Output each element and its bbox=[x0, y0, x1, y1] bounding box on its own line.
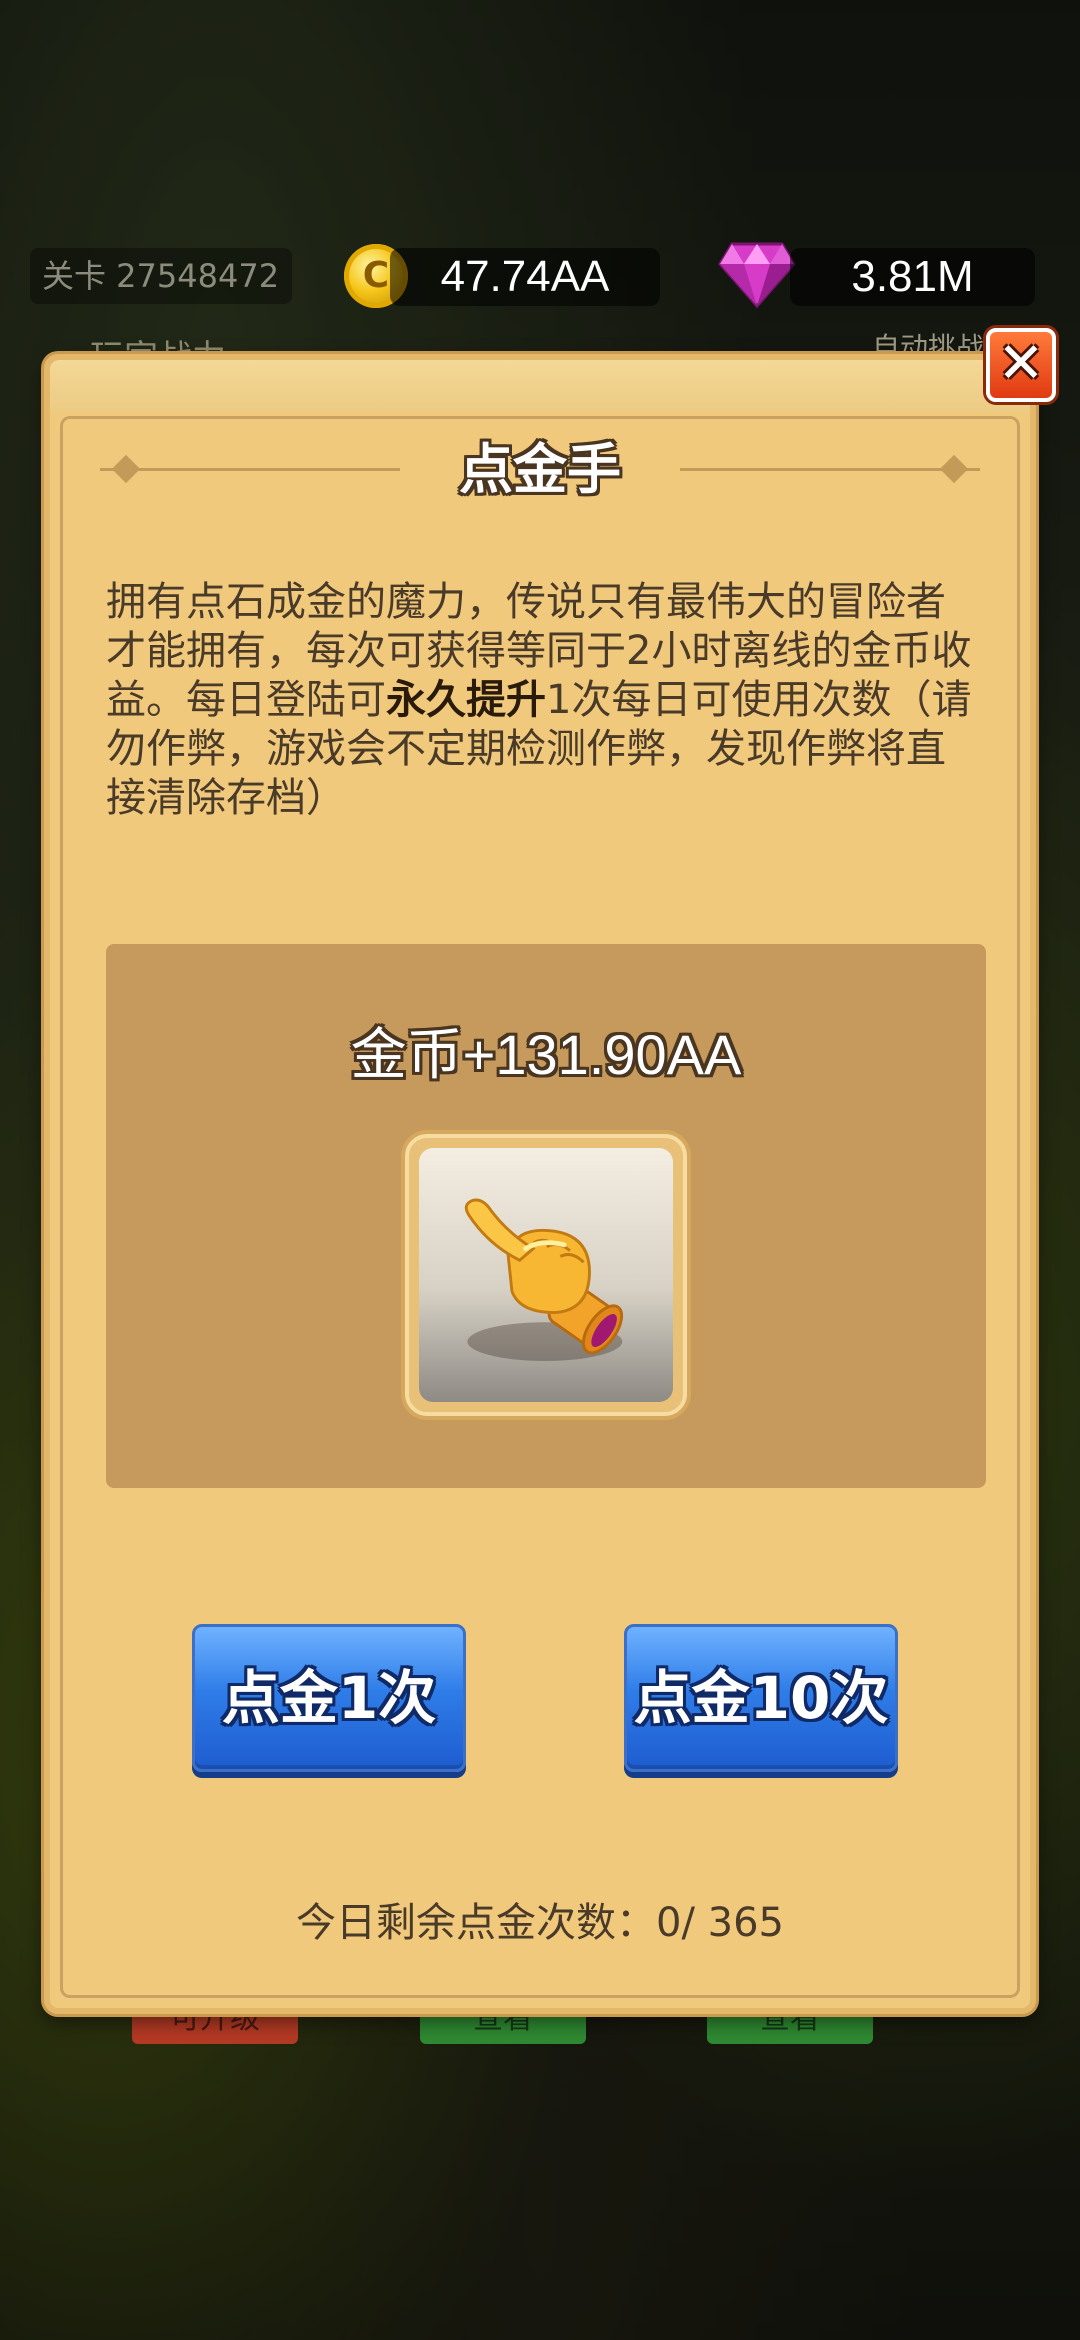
close-icon: ✕ bbox=[997, 331, 1045, 396]
touch-ten-times-button[interactable]: 点金10次 bbox=[624, 1624, 898, 1772]
dialog-description: 拥有点石成金的魔力，传说只有最伟大的冒险者才能拥有，每次可获得等同于2小时离线的… bbox=[106, 578, 974, 823]
pink-gem-icon bbox=[718, 242, 796, 309]
dialog-top-strip bbox=[50, 360, 1030, 412]
item-slot bbox=[419, 1148, 673, 1402]
dialog-title-row: 点金手 bbox=[100, 430, 980, 510]
reward-panel: 金币+131.90AA bbox=[106, 944, 986, 1488]
coin-value: 47.74AA bbox=[390, 248, 660, 306]
item-frame bbox=[405, 1134, 687, 1416]
top-hud: 关卡 27548472 C 47.74AA 3.81M 玩家战力 自动挑战 bbox=[0, 0, 1080, 378]
remaining-uses-text: 今日剩余点金次数：0/ 365 bbox=[296, 1900, 784, 1946]
dialog-title: 点金手 bbox=[459, 438, 621, 501]
description-bold-text: 永久提升 bbox=[386, 677, 546, 723]
level-label: 关卡 27548472 bbox=[30, 248, 292, 304]
golden-hand-icon bbox=[464, 1198, 624, 1361]
gem-value: 3.81M bbox=[790, 248, 1035, 306]
reward-amount: 金币+131.90AA bbox=[350, 1023, 742, 1086]
midas-touch-dialog: 点金手 拥有点石成金的魔力，传说只有最伟大的冒险者才能拥有，每次可获得等同于2小… bbox=[44, 354, 1036, 2014]
close-button[interactable]: ✕ bbox=[986, 328, 1056, 402]
touch-once-button[interactable]: 点金1次 bbox=[192, 1624, 466, 1772]
